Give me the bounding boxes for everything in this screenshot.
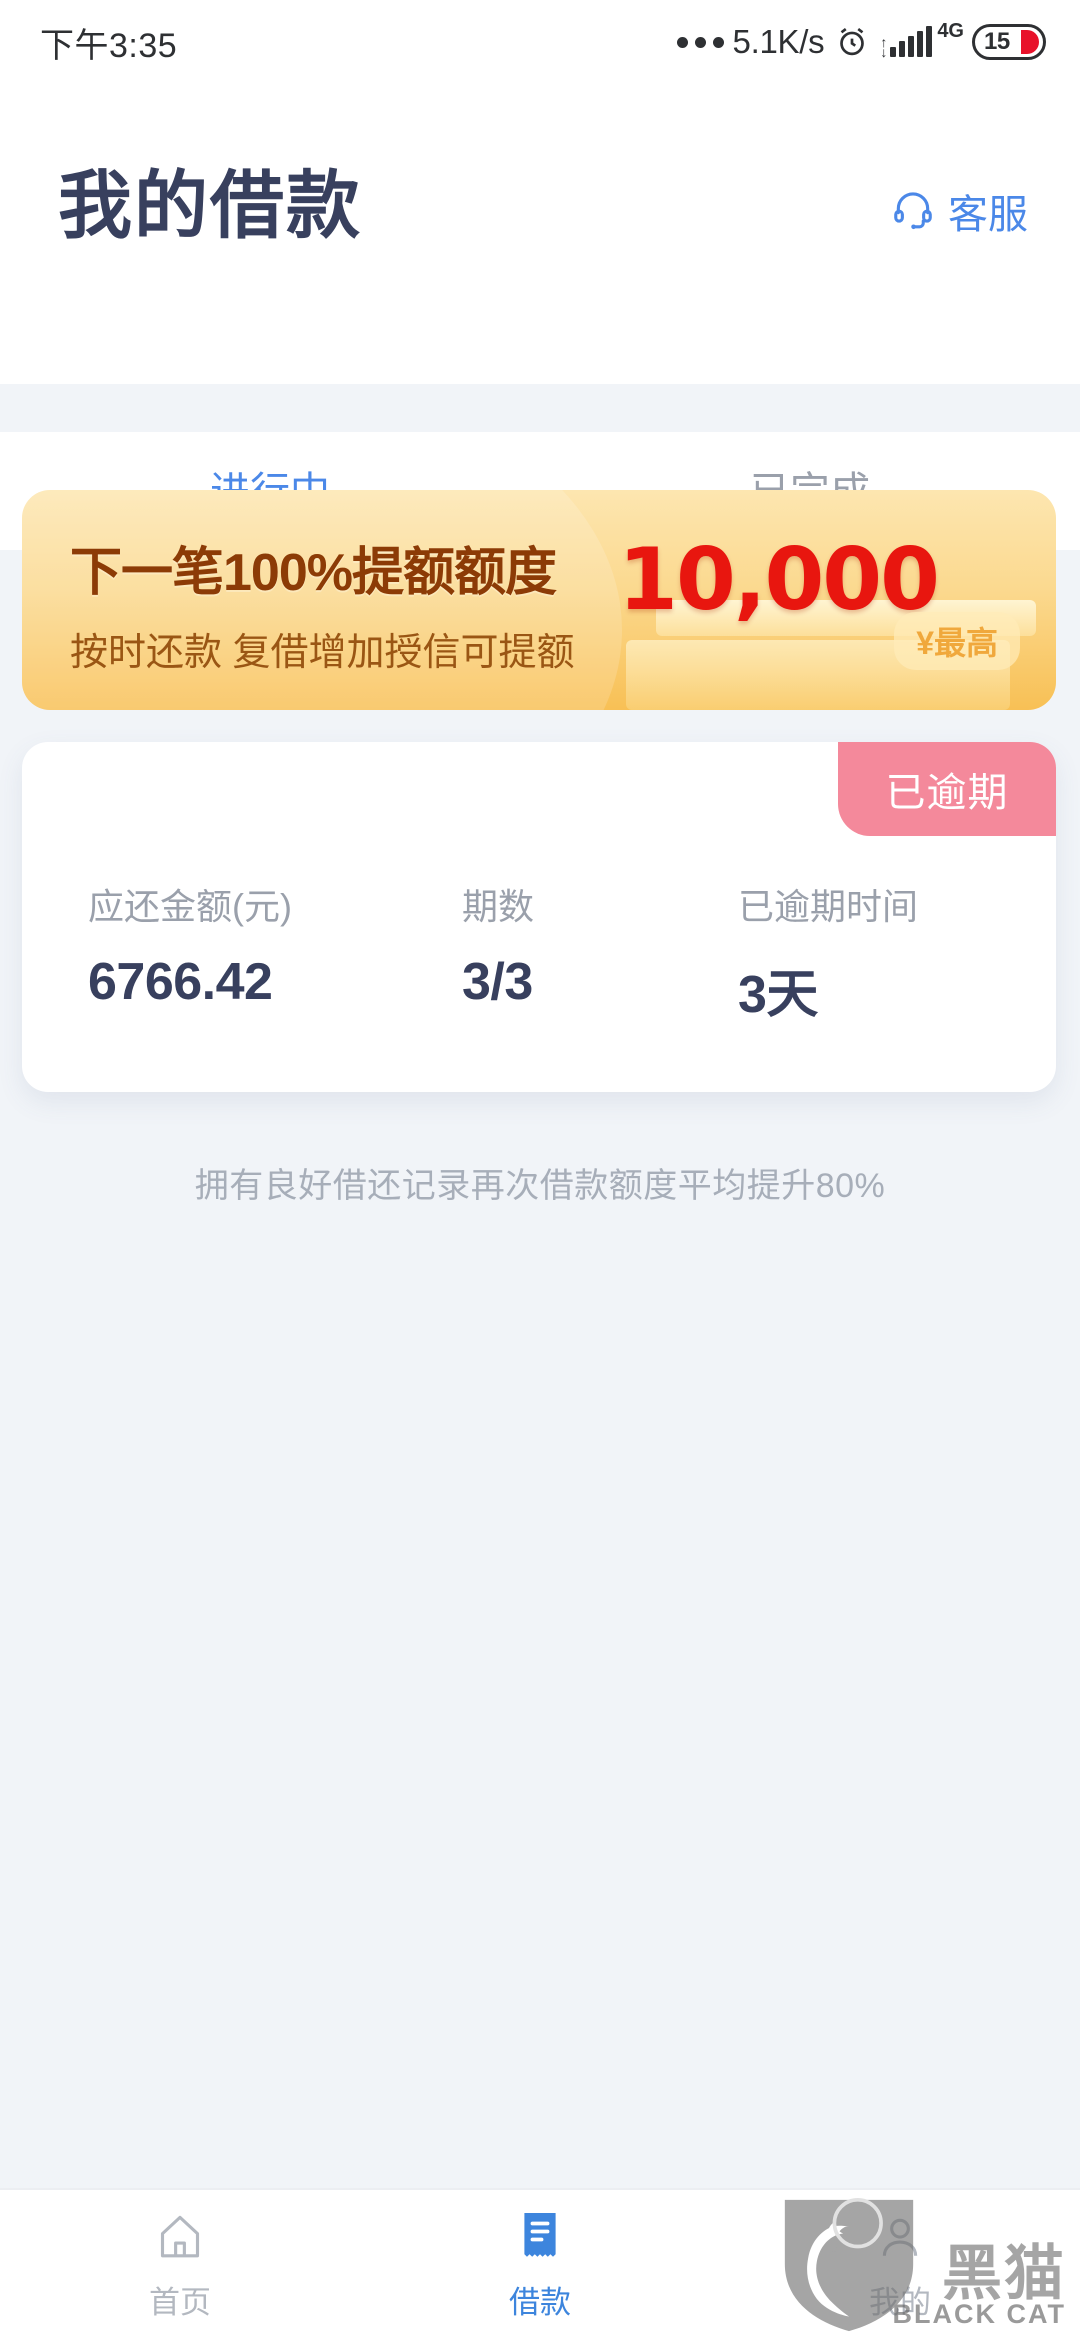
page-header: 我的借款 客服 进行中 已完成 (0, 84, 1080, 550)
customer-support-label: 客服 (948, 193, 1028, 237)
home-icon (153, 2209, 207, 2265)
metric-overdue-time-value: 3天 (738, 966, 818, 1024)
banner-text-group: 下一笔100%提额额度 按时还款 复借增加授信可提额 (70, 530, 575, 676)
status-badge: 已逾期 (838, 742, 1056, 836)
banner-headline: 下一笔100%提额额度 (70, 544, 557, 602)
app-screen: 下午3:35 5.1K/s ↑ ↓ 4G 15 我的借款 客服 下一笔100%提… (0, 0, 1080, 2340)
metric-installments-label: 期数 (462, 886, 535, 927)
nav-item-loan[interactable]: 借款 (360, 2190, 720, 2340)
nav-item-profile[interactable]: 我的 (720, 2190, 1080, 2340)
headset-icon (891, 187, 935, 236)
credit-increase-banner[interactable]: 下一笔100%提额额度 按时还款 复借增加授信可提额 10,000 ¥最高 (22, 490, 1056, 710)
network-speed-label: 5.1K/s (732, 23, 825, 60)
banner-max-badge: ¥最高 (894, 612, 1020, 670)
signal-bars-icon: ↑ ↓ 4G (880, 20, 964, 60)
more-dots-icon (676, 36, 724, 48)
nav-item-loan-label: 借款 (509, 2284, 571, 2320)
metric-amount-due-label: 应还金额(元) (88, 886, 292, 927)
receipt-icon (513, 2209, 567, 2265)
customer-support-button[interactable]: 客服 (891, 182, 1028, 240)
nav-item-home-label: 首页 (149, 2284, 211, 2320)
metric-overdue-time-label: 已逾期时间 (738, 886, 919, 927)
metric-amount-due-value: 6766.42 (88, 953, 273, 1011)
alarm-clock-icon (835, 25, 869, 59)
metric-amount-due: 应还金额(元) 6766.42 (88, 878, 292, 1012)
status-bar-clock: 下午3:35 (40, 26, 178, 65)
nav-item-home[interactable]: 首页 (0, 2190, 360, 2340)
person-icon (873, 2209, 927, 2265)
loan-card[interactable]: 已逾期 应还金额(元) 6766.42 期数 3/3 已逾期时间 3天 (22, 742, 1056, 1092)
credit-hint-text: 拥有良好借还记录再次借款额度平均提升80% (194, 1167, 886, 1205)
nav-item-profile-label: 我的 (869, 2284, 931, 2320)
metric-installments-value: 3/3 (462, 953, 533, 1011)
metric-installments: 期数 3/3 (462, 878, 534, 1012)
battery-level-label: 15 (984, 28, 1010, 55)
battery-icon: 15 (972, 24, 1046, 60)
status-bar-indicators: 5.1K/s ↑ ↓ 4G 15 (676, 20, 1046, 61)
status-bar: 下午3:35 5.1K/s ↑ ↓ 4G 15 (0, 0, 1080, 84)
network-type-label: 4G (937, 20, 964, 42)
bottom-navigation-bar: 首页 借款 我的 (0, 2188, 1080, 2340)
metric-overdue-time: 已逾期时间 3天 (738, 878, 918, 1027)
banner-subline: 按时还款 复借增加授信可提额 (70, 632, 575, 674)
page-title: 我的借款 (58, 164, 362, 247)
banner-amount: 10,000 (618, 530, 940, 630)
